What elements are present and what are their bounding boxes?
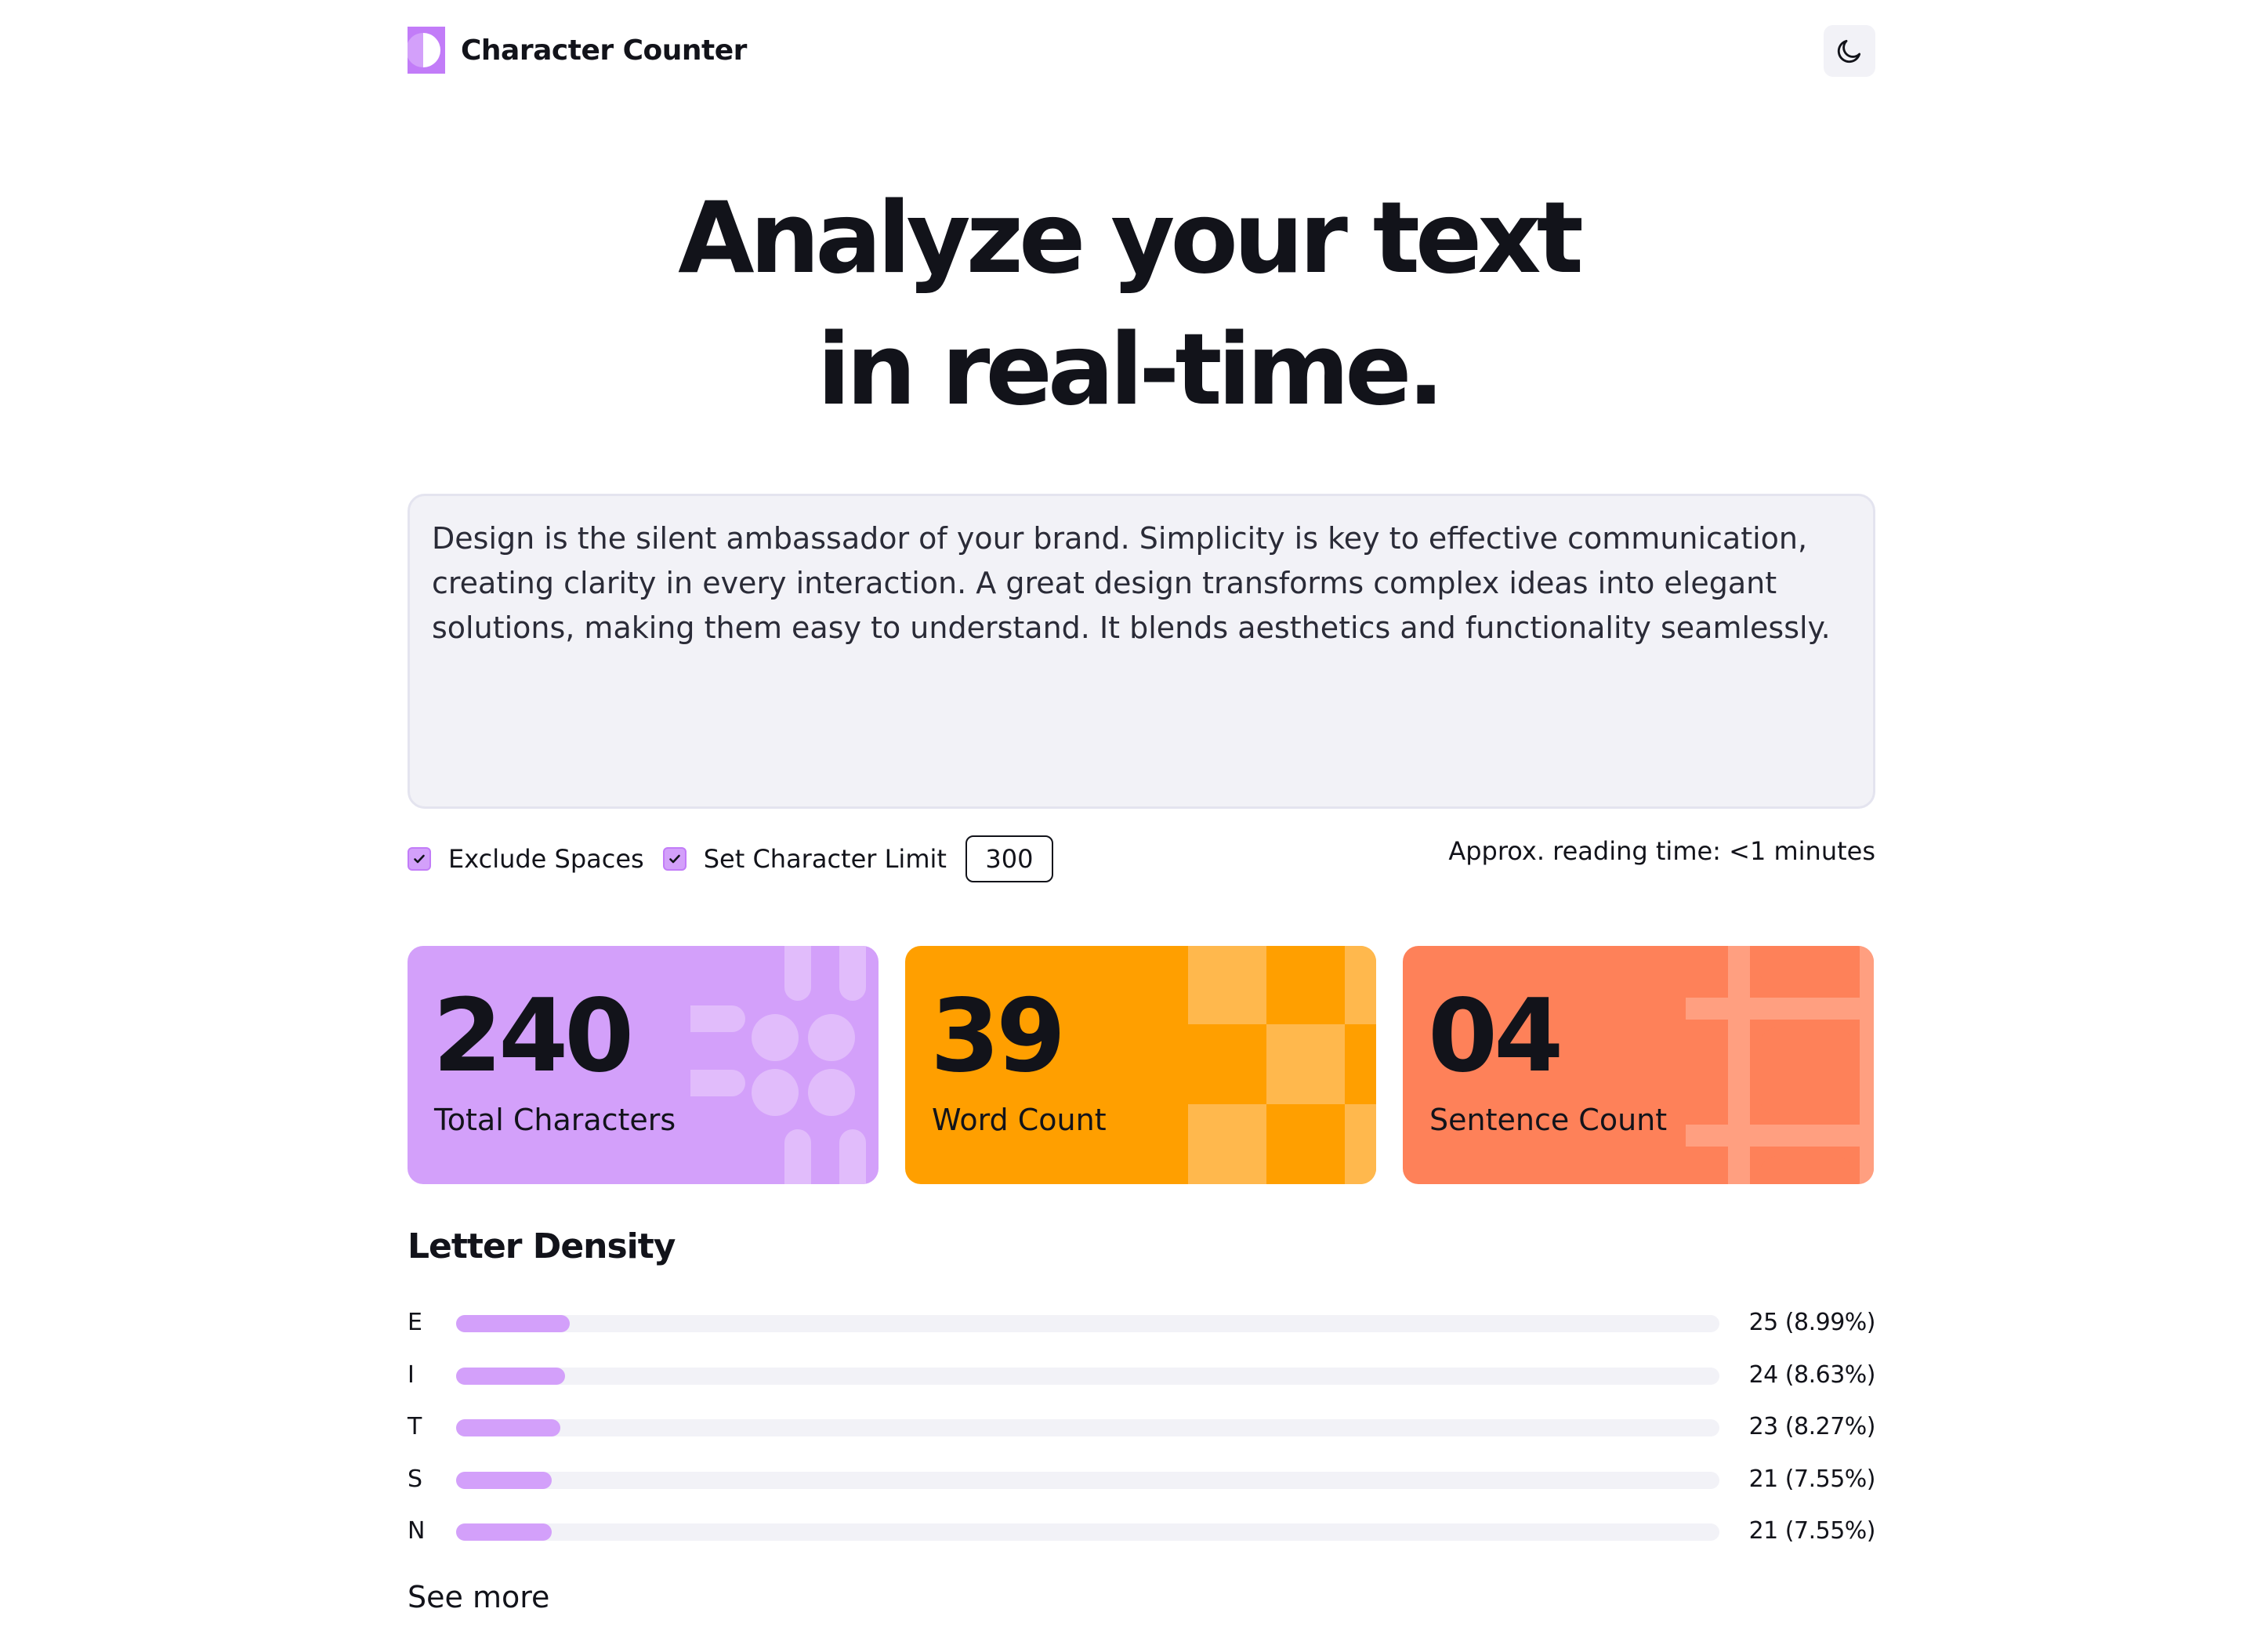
header: Character Counter: [406, 24, 1875, 80]
hero-line-1: Analyze your text: [678, 180, 1584, 295]
sentence-count-value: 04: [1428, 978, 1563, 1095]
density-count: 21 (7.55%): [1748, 1517, 1876, 1545]
sentence-count-card: 04 Sentence Count: [1403, 946, 1874, 1184]
density-track: [456, 1523, 1719, 1541]
total-characters-label: Total Characters: [434, 1103, 676, 1137]
word-count-label: Word Count: [932, 1103, 1107, 1137]
circles-pattern-icon: [690, 946, 866, 1184]
total-characters-value: 240: [433, 978, 634, 1095]
hero-line-2: in real-time.: [817, 312, 1445, 427]
density-track: [456, 1367, 1719, 1385]
theme-toggle-button[interactable]: [1824, 25, 1875, 77]
density-count: 24 (8.63%): [1748, 1360, 1876, 1389]
density-letter: E: [408, 1309, 422, 1336]
grid-pattern-icon: [1686, 946, 1874, 1184]
density-count: 21 (7.55%): [1748, 1465, 1876, 1493]
density-count: 25 (8.99%): [1748, 1309, 1876, 1336]
moon-icon: [1837, 39, 1861, 63]
density-letter: N: [408, 1517, 426, 1545]
density-track: [456, 1471, 1719, 1489]
density-track: [456, 1419, 1719, 1436]
density-row: E 25 (8.99%): [408, 1301, 1876, 1353]
sentence-count-label: Sentence Count: [1429, 1103, 1668, 1137]
char-limit-checkbox[interactable]: [662, 847, 687, 871]
exclude-spaces-label: Exclude Spaces: [448, 844, 644, 874]
hero-heading: Analyze your text in real-time.: [0, 172, 2257, 436]
density-track: [456, 1315, 1719, 1332]
stats-cards: 240 Total Characters 39 Word Count 04 Se…: [408, 946, 1875, 1184]
logo[interactable]: Character Counter: [406, 27, 747, 74]
density-letter: I: [408, 1360, 415, 1389]
char-limit-label: Set Character Limit: [703, 844, 947, 874]
density-row: T 23 (8.27%): [408, 1405, 1876, 1458]
exclude-spaces-checkbox[interactable]: [408, 847, 431, 871]
word-count-value: 39: [930, 978, 1066, 1095]
density-row: I 24 (8.63%): [408, 1353, 1876, 1406]
density-row: S 21 (7.55%): [408, 1458, 1876, 1510]
density-count: 23 (8.27%): [1748, 1413, 1876, 1440]
checker-pattern-icon: [1188, 946, 1376, 1184]
see-more-button[interactable]: See more: [408, 1580, 549, 1614]
reading-time: Approx. reading time: <1 minutes: [1448, 836, 1875, 866]
density-bar: [456, 1471, 552, 1489]
total-characters-card: 240 Total Characters: [408, 946, 879, 1184]
density-bar: [456, 1523, 552, 1541]
density-bar: [456, 1367, 566, 1385]
check-icon: [668, 854, 680, 864]
density-letter: S: [408, 1465, 423, 1493]
letter-density-title: Letter Density: [408, 1226, 676, 1266]
char-limit-input[interactable]: 300: [965, 835, 1053, 882]
density-letter: T: [408, 1413, 422, 1440]
density-bar: [456, 1315, 570, 1332]
half-moon-logo-icon: [406, 27, 445, 74]
word-count-card: 39 Word Count: [905, 946, 1376, 1184]
check-icon: [414, 854, 425, 864]
text-input[interactable]: Design is the silent ambassador of your …: [408, 494, 1875, 809]
density-bar: [456, 1419, 561, 1436]
letter-density-list: E 25 (8.99%) I 24 (8.63%) T 23 (8.27%) S…: [408, 1301, 1876, 1562]
app-title: Character Counter: [461, 34, 747, 67]
density-row: N 21 (7.55%): [408, 1509, 1876, 1562]
options-row: Exclude Spaces Set Character Limit 300 A…: [408, 835, 1875, 882]
